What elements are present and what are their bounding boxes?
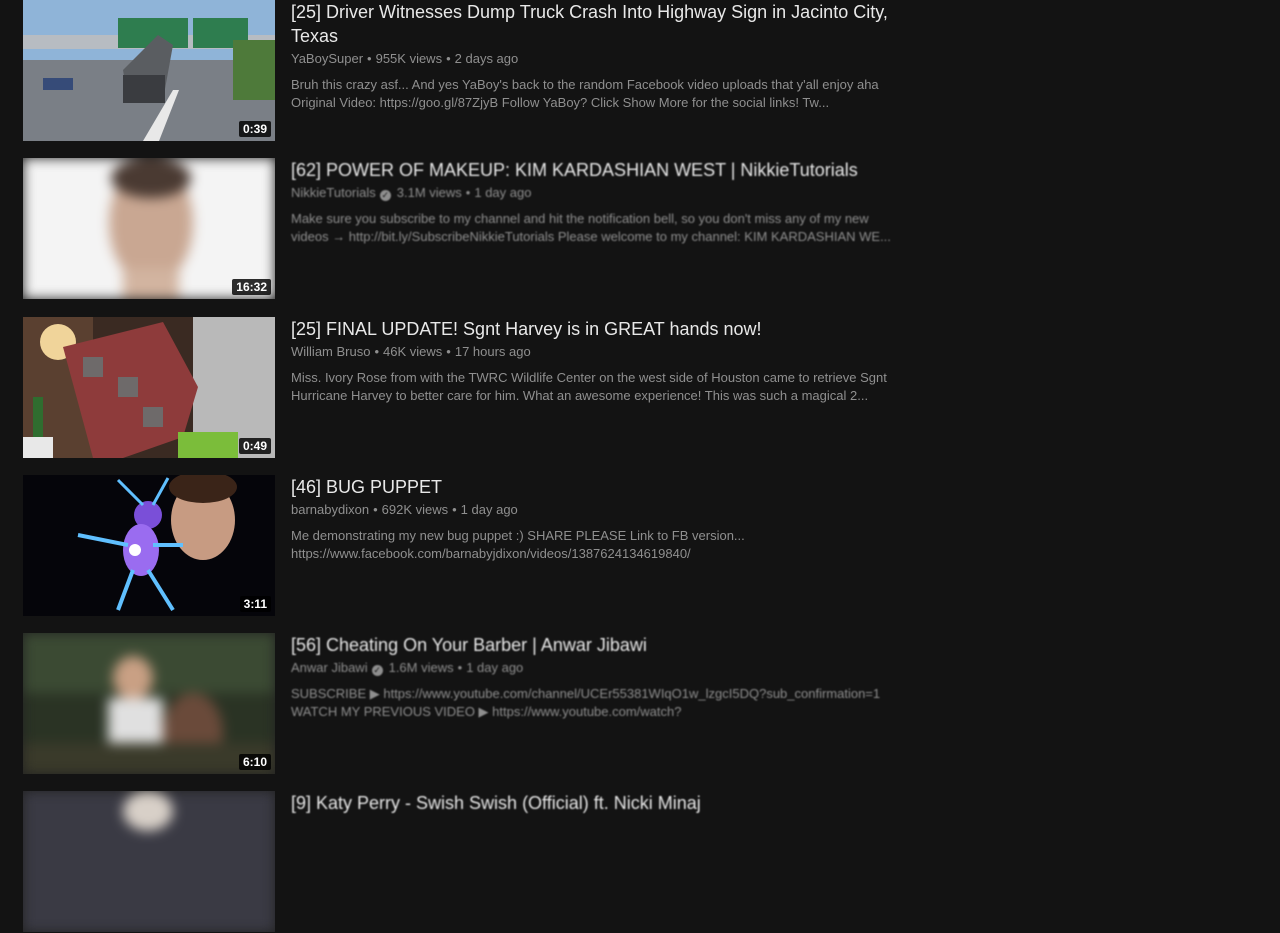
video-thumbnail[interactable]: 6:10 xyxy=(23,633,275,774)
video-item[interactable]: 3:11 [46] BUG PUPPET barnabydixon • 692K v… xyxy=(23,475,913,617)
video-meta: Anwar Jibawi ✓ 1.6M views • 1 day ago xyxy=(291,659,911,677)
video-description: Bruh this crazy asf... And yes YaBoy's b… xyxy=(291,76,906,112)
channel-name[interactable]: Anwar Jibawi xyxy=(291,660,368,675)
video-title[interactable]: [9] Katy Perry - Swish Swish (Official) … xyxy=(291,791,911,815)
upload-age: 1 day ago xyxy=(474,185,532,200)
video-duration: 0:39 xyxy=(238,121,271,137)
thumbnail-image xyxy=(23,0,275,141)
upload-age: 17 hours ago xyxy=(454,344,531,359)
video-thumbnail[interactable]: 0:49 xyxy=(23,317,275,458)
video-duration: 16:32 xyxy=(232,279,271,295)
video-meta: William Bruso • 46K views • 17 hours ago xyxy=(291,343,911,361)
verified-badge-icon: ✓ xyxy=(371,665,383,676)
video-info: [46] BUG PUPPET barnabydixon • 692K views •… xyxy=(291,475,911,563)
channel-name[interactable]: William Bruso xyxy=(291,344,370,359)
meta-separator: • xyxy=(452,502,457,517)
video-meta: YaBoySuper • 955K views • 2 days ago xyxy=(291,50,911,68)
video-info: [56] Cheating On Your Barber | Anwar Jib… xyxy=(291,633,911,721)
video-duration: 0:49 xyxy=(238,438,271,454)
meta-separator: • xyxy=(367,51,372,66)
description-line: WATCH MY PREVIOUS VIDEO ▶ https://www.yo… xyxy=(291,704,682,719)
channel-name[interactable]: barnabydixon xyxy=(291,502,369,517)
meta-separator: • xyxy=(373,502,378,517)
video-info: [62] POWER OF MAKEUP: KIM KARDASHIAN WES… xyxy=(291,158,911,246)
view-count: 46K views xyxy=(383,344,443,359)
video-thumbnail[interactable]: 0:39 xyxy=(23,0,275,141)
upload-age: 1 day ago xyxy=(466,660,524,675)
view-count: 1.6M views xyxy=(388,660,454,675)
meta-separator: • xyxy=(446,51,451,66)
view-count: 955K views xyxy=(375,51,443,66)
video-thumbnail[interactable]: 16:32 xyxy=(23,158,275,299)
description-line: Original Video: https://goo.gl/87ZjyB Fo… xyxy=(291,95,830,110)
upload-age: 1 day ago xyxy=(460,502,518,517)
meta-separator: • xyxy=(457,660,463,675)
video-item[interactable]: [9] Katy Perry - Swish Swish (Official) … xyxy=(23,791,913,933)
description-line: videos → http://bit.ly/SubscribeNikkieTu… xyxy=(291,229,891,244)
description-line: Make sure you subscribe to my channel an… xyxy=(291,211,869,226)
video-item[interactable]: 6:10 [56] Cheating On Your Barber | Anwa… xyxy=(23,633,913,775)
video-title[interactable]: [25] FINAL UPDATE! Sgnt Harvey is in GRE… xyxy=(291,317,911,341)
thumbnail-image xyxy=(23,633,275,774)
thumbnail-image xyxy=(23,475,275,616)
description-line: Hurricane Harvey to better care for him.… xyxy=(291,388,869,403)
view-count: 3.1M views xyxy=(396,185,462,200)
thumbnail-image xyxy=(23,317,275,458)
video-meta: barnabydixon • 692K views • 1 day ago xyxy=(291,501,911,519)
upload-age: 2 days ago xyxy=(454,51,519,66)
video-info: [9] Katy Perry - Swish Swish (Official) … xyxy=(291,791,911,815)
video-item[interactable]: 0:49 [25] FINAL UPDATE! Sgnt Harvey is i… xyxy=(23,317,913,459)
video-title[interactable]: [62] POWER OF MAKEUP: KIM KARDASHIAN WES… xyxy=(291,158,911,182)
video-description: Make sure you subscribe to my channel an… xyxy=(291,210,906,246)
video-description: Miss. Ivory Rose from with the TWRC Wild… xyxy=(291,369,906,405)
view-count: 692K views xyxy=(381,502,449,517)
video-duration: 3:11 xyxy=(239,596,271,612)
description-line: Bruh this crazy asf... And yes YaBoy's b… xyxy=(291,77,879,92)
video-duration: 6:10 xyxy=(238,754,271,770)
video-title[interactable]: [56] Cheating On Your Barber | Anwar Jib… xyxy=(291,633,911,657)
meta-separator: • xyxy=(446,344,451,359)
thumbnail-image xyxy=(23,791,275,932)
meta-separator: • xyxy=(465,185,471,200)
meta-separator: • xyxy=(374,344,380,359)
thumbnail-image xyxy=(23,158,275,299)
video-meta: NikkieTutorials ✓ 3.1M views • 1 day ago xyxy=(291,184,911,202)
video-description: SUBSCRIBE ▶ https://www.youtube.com/chan… xyxy=(291,685,906,721)
channel-name[interactable]: YaBoySuper xyxy=(291,51,363,66)
video-thumbnail[interactable]: 3:11 xyxy=(23,475,275,616)
video-info: [25] Driver Witnesses Dump Truck Crash I… xyxy=(291,0,911,112)
video-title[interactable]: [46] BUG PUPPET xyxy=(291,475,911,499)
description-line: Miss. Ivory Rose from with the TWRC Wild… xyxy=(291,370,887,385)
description-line: Me demonstrating my new bug puppet :) SH… xyxy=(291,528,745,543)
verified-badge-icon: ✓ xyxy=(379,190,391,201)
video-thumbnail[interactable] xyxy=(23,791,275,932)
video-info: [25] FINAL UPDATE! Sgnt Harvey is in GRE… xyxy=(291,317,911,405)
description-line: https://www.facebook.com/barnabyjdixon/v… xyxy=(291,546,691,561)
video-description: Me demonstrating my new bug puppet :) SH… xyxy=(291,527,906,563)
channel-name[interactable]: NikkieTutorials xyxy=(291,185,376,200)
video-item[interactable]: 0:39 [25] Driver Witnesses Dump Truck Cr… xyxy=(23,0,913,142)
description-line: SUBSCRIBE ▶ https://www.youtube.com/chan… xyxy=(291,686,881,701)
video-item[interactable]: 16:32 [62] POWER OF MAKEUP: KIM KARDASHI… xyxy=(23,158,913,300)
video-title[interactable]: [25] Driver Witnesses Dump Truck Crash I… xyxy=(291,0,911,48)
